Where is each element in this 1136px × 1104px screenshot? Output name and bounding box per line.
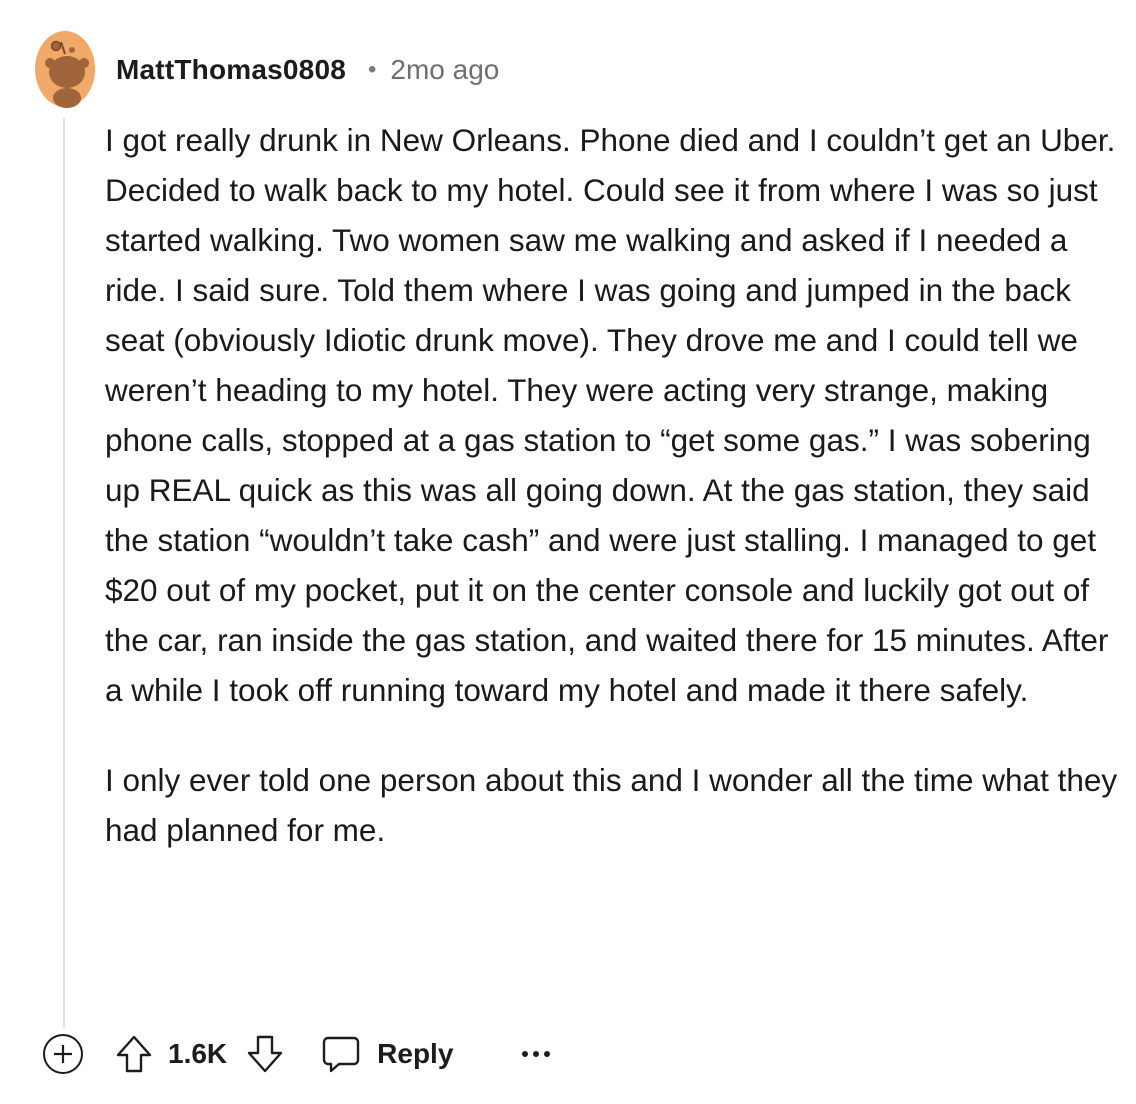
- ellipsis-icon: [522, 1051, 551, 1057]
- downvote-button[interactable]: [245, 1032, 285, 1076]
- speech-bubble-icon: [322, 1036, 360, 1073]
- arrow-down-icon: [247, 1035, 283, 1073]
- comment-header: MattThomas0808 • 2mo ago: [116, 50, 499, 90]
- plus-circle-icon: [43, 1034, 83, 1074]
- snoo-avatar-icon: [35, 31, 95, 108]
- separator-dot: •: [368, 56, 377, 83]
- upvote-button[interactable]: [114, 1032, 154, 1076]
- author-username[interactable]: MattThomas0808: [116, 54, 346, 86]
- comment-actions: 1.6K Reply: [42, 1030, 551, 1078]
- comment-paragraph: I only ever told one person about this a…: [105, 762, 1118, 848]
- comment-body: I got really drunk in New Orleans. Phone…: [105, 115, 1120, 855]
- vote-score: 1.6K: [168, 1038, 228, 1069]
- reply-label: Reply: [377, 1038, 454, 1069]
- more-options-button[interactable]: [521, 1032, 551, 1076]
- avatar[interactable]: [34, 30, 96, 108]
- timestamp[interactable]: 2mo ago: [390, 54, 499, 86]
- thread-line[interactable]: [63, 118, 65, 1028]
- expand-button[interactable]: [42, 1033, 84, 1075]
- comment: MattThomas0808 • 2mo ago I got really dr…: [0, 0, 1136, 1104]
- comment-paragraph: I got really drunk in New Orleans. Phone…: [105, 122, 1116, 708]
- arrow-up-icon: [116, 1035, 152, 1073]
- reply-button[interactable]: Reply: [321, 1034, 453, 1074]
- vote-group: 1.6K: [114, 1032, 285, 1076]
